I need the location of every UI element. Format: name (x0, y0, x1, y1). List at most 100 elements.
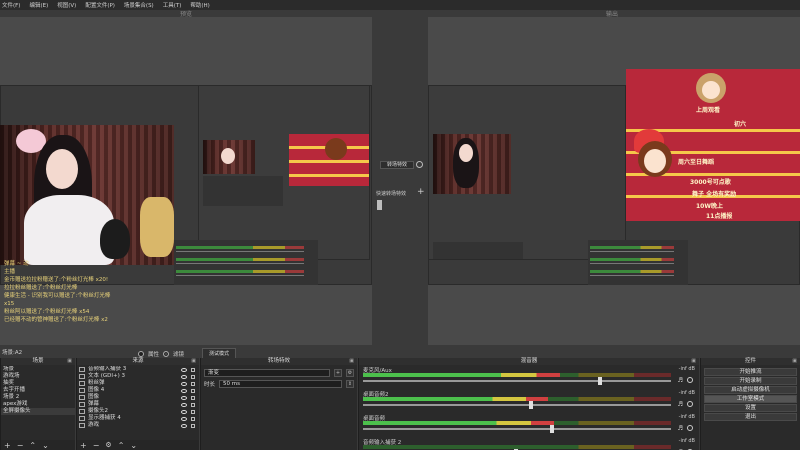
source-type-icon (79, 388, 85, 393)
scene-item[interactable]: 抽奖 (1, 380, 75, 387)
dock-float-icon[interactable]: ▣ (792, 358, 797, 365)
menu-file[interactable]: 文件(F) (2, 1, 20, 9)
add-quick-transition-icon[interactable]: + (417, 187, 425, 197)
chat-line: 粉丝阿以赠送了:个粉丝灯光棒 x54 (4, 309, 90, 315)
start-streaming-button[interactable]: 开始推流 (704, 368, 797, 376)
volume-slider-knob[interactable] (529, 401, 533, 409)
dock-float-icon[interactable]: ▣ (691, 358, 696, 365)
scenes-dock-title: 场景 ▣ (1, 358, 75, 365)
source-item[interactable]: 文本 (GDI+) 3 (77, 373, 199, 380)
lock-icon[interactable] (191, 374, 195, 379)
volume-slider[interactable] (363, 428, 671, 430)
duration-stepper[interactable]: ⇕ (346, 379, 354, 388)
speaker-icon[interactable]: ♬ (678, 377, 683, 384)
transition-button[interactable]: 转场特效 (380, 161, 414, 169)
visibility-eye-icon[interactable] (181, 416, 187, 421)
add-transition-icon[interactable]: + (334, 368, 342, 377)
transition-gear-icon[interactable] (416, 161, 423, 168)
move-down-icon[interactable]: ⌄ (130, 441, 137, 450)
scene-item[interactable]: 场景 (1, 366, 75, 373)
sources-list: 音频输入捕获 3 文本 (GDI+) 3 粉丝弹 图像 4 图像 弹幕 摄像头2… (77, 366, 199, 440)
lock-icon[interactable] (191, 381, 195, 386)
menu-edit[interactable]: 编辑(E) (29, 1, 48, 9)
source-item[interactable]: 图像 (77, 394, 199, 401)
dock-float-icon[interactable]: ▣ (349, 358, 354, 365)
scenes-dock: 场景 ▣ 场景 游戏场 抽奖 去字开播 场景 2 apex游戏 全屏摄像头 + −… (0, 358, 75, 450)
lock-icon[interactable] (191, 367, 195, 372)
sources-dock-title: 来源 ▣ (77, 358, 199, 365)
source-settings-gear-icon[interactable]: ⚙ (105, 441, 111, 449)
menu-help[interactable]: 帮助(H) (190, 1, 209, 9)
source-item[interactable]: 图像 4 (77, 387, 199, 394)
lock-icon[interactable] (191, 402, 195, 407)
transition-gear-icon[interactable]: ⚙ (346, 368, 354, 377)
studio-mode-button[interactable]: 工作室模式 (704, 395, 797, 403)
remove-scene-icon[interactable]: − (17, 441, 24, 450)
scenes-list: 场景 游戏场 抽奖 去字开播 场景 2 apex游戏 全屏摄像头 (1, 366, 75, 440)
source-item[interactable]: 音频输入捕获 3 (77, 366, 199, 373)
audio-mixer-dock: 混音器 ▣ 麦克风/Aux -inf dB ♬ 桌面音频2 -inf dB ♬ 桌面音频 -in… (358, 358, 699, 450)
settings-button[interactable]: 设置 (704, 404, 797, 412)
scene-item-selected[interactable]: 全屏摄像头 (1, 408, 75, 415)
add-scene-icon[interactable]: + (4, 441, 11, 450)
t-bar-slider[interactable] (377, 200, 382, 210)
speaker-icon[interactable]: ♬ (678, 425, 683, 432)
scenes-toolbar: + − ⌃ ⌄ (1, 440, 75, 450)
chat-line: 健康生活 - 识别我可以赠送了:个粉丝灯光棒 (4, 293, 111, 299)
scene-item[interactable]: apex游戏 (1, 401, 75, 408)
volume-slider[interactable] (363, 380, 671, 382)
visibility-eye-icon[interactable] (181, 367, 187, 372)
lock-icon[interactable] (191, 388, 195, 393)
source-item[interactable]: 弹幕 (77, 401, 199, 408)
channel-gear-icon[interactable] (687, 401, 693, 407)
scene-item[interactable]: 游戏场 (1, 373, 75, 380)
source-item[interactable]: 粉丝弹 (77, 380, 199, 387)
preview-canvas[interactable]: 弹幕 ~ 动 主播 金币赠送拉拉粉赠送了:个粉丝灯光棒 x20! 拉拉粉丝赠送了… (0, 17, 372, 345)
visibility-eye-icon[interactable] (181, 402, 187, 407)
visibility-eye-icon[interactable] (181, 423, 187, 428)
visibility-eye-icon[interactable] (181, 388, 187, 393)
lock-icon[interactable] (191, 395, 195, 400)
visibility-eye-icon[interactable] (181, 409, 187, 414)
chat-line: 已经赠不动的管神赠送了:个粉丝灯光棒 x2 (4, 317, 108, 323)
add-source-icon[interactable]: + (80, 441, 87, 450)
volume-slider[interactable] (363, 404, 671, 406)
lock-icon[interactable] (191, 416, 195, 421)
filters-radio[interactable] (163, 350, 170, 357)
move-up-icon[interactable]: ⌃ (118, 441, 125, 450)
source-item[interactable]: 游戏 (77, 422, 199, 429)
properties-radio[interactable] (138, 350, 144, 357)
visibility-eye-icon[interactable] (181, 374, 187, 379)
menu-tools[interactable]: 工具(T) (163, 1, 182, 9)
move-down-icon[interactable]: ⌄ (42, 441, 49, 450)
speaker-icon[interactable]: ♬ (678, 401, 683, 408)
mixer-channel: 桌面音频2 -inf dB ♬ (363, 390, 695, 414)
lock-icon[interactable] (191, 409, 195, 414)
move-up-icon[interactable]: ⌃ (29, 441, 36, 450)
menu-bar: 文件(F) 编辑(E) 视图(V) 配置文件(P) 场景集合(S) 工具(T) … (0, 0, 800, 10)
volume-slider-knob[interactable] (550, 425, 554, 433)
remove-source-icon[interactable]: − (93, 441, 100, 450)
scene-item[interactable]: 场景 2 (1, 394, 75, 401)
source-item[interactable]: 显示器捕获 4 (77, 415, 199, 422)
source-item[interactable]: 摄像头2 (77, 408, 199, 415)
source-type-icon (79, 367, 85, 372)
dock-float-icon[interactable]: ▣ (67, 358, 72, 365)
menu-scene-collection[interactable]: 场景集合(S) (124, 1, 154, 9)
channel-gear-icon[interactable] (687, 425, 693, 431)
channel-gear-icon[interactable] (687, 377, 693, 383)
exit-button[interactable]: 退出 (704, 413, 797, 421)
transition-type-select[interactable]: 渐变 (204, 368, 330, 377)
visibility-eye-icon[interactable] (181, 395, 187, 400)
start-recording-button[interactable]: 开始录制 (704, 377, 797, 385)
start-virtual-camera-button[interactable]: 启动虚拟摄像机 (704, 386, 797, 394)
properties-label: 属性 (148, 351, 160, 358)
visibility-eye-icon[interactable] (181, 381, 187, 386)
dock-float-icon[interactable]: ▣ (191, 358, 196, 365)
lock-icon[interactable] (191, 423, 195, 428)
volume-slider-knob[interactable] (598, 377, 602, 385)
menu-profile[interactable]: 配置文件(P) (85, 1, 115, 9)
menu-view[interactable]: 视图(V) (57, 1, 76, 9)
duration-input[interactable]: 50 ms (219, 379, 342, 388)
scene-item[interactable]: 去字开播 (1, 387, 75, 394)
